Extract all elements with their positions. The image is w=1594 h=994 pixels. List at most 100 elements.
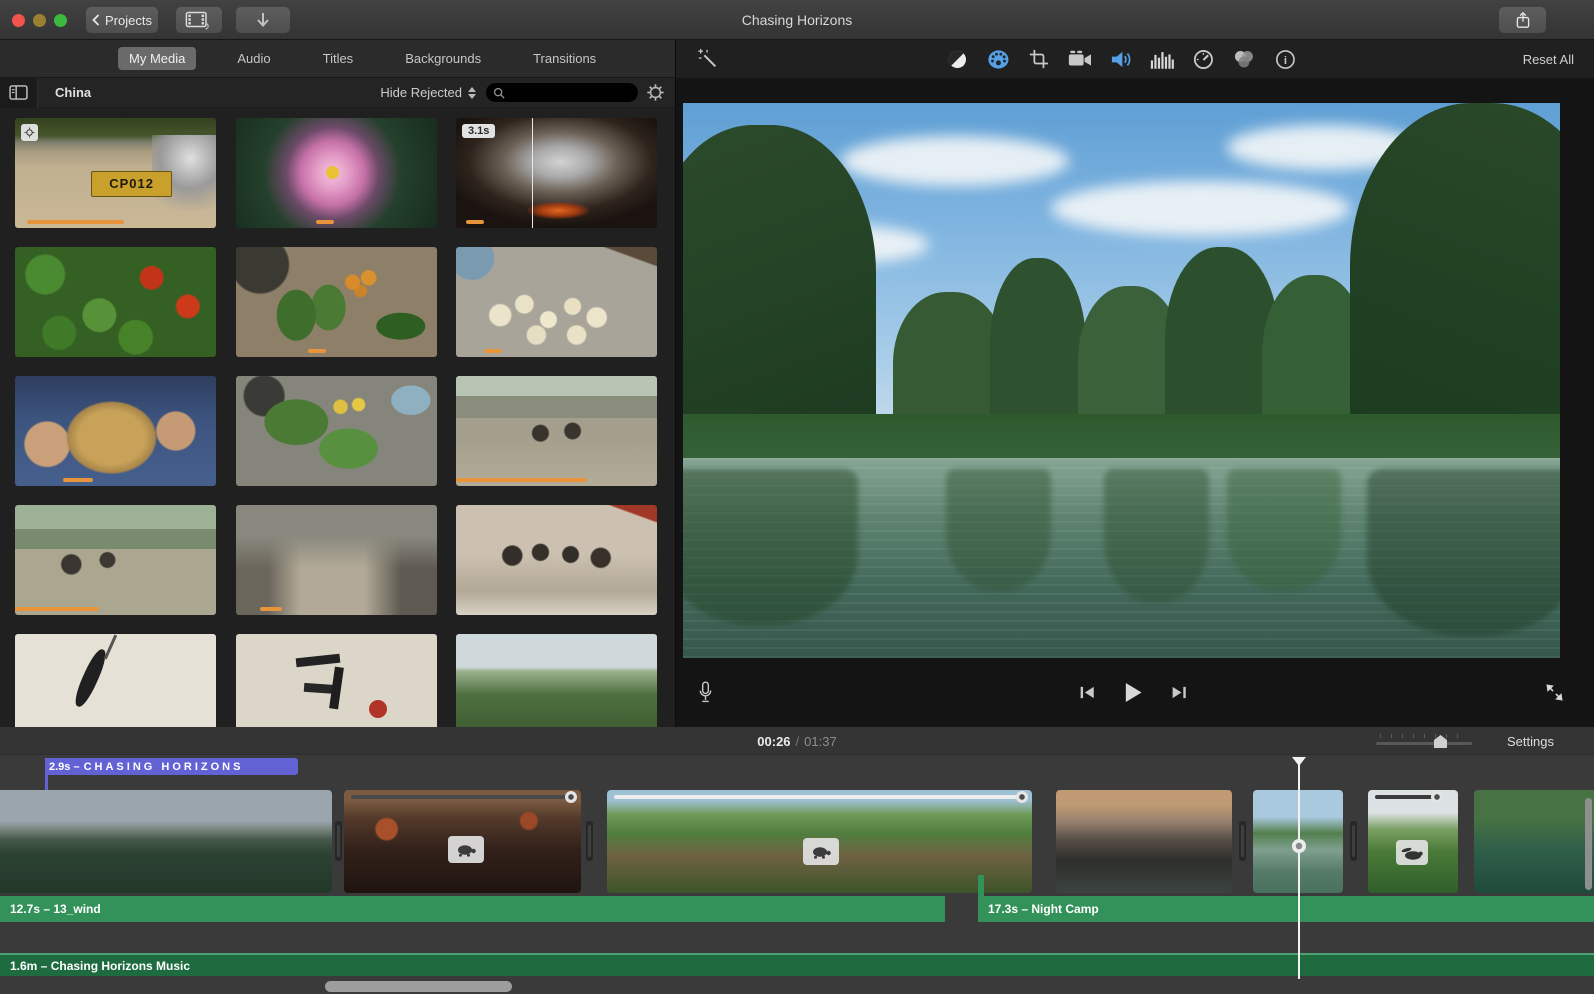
timeline-clip-mountains[interactable] [0,790,332,893]
viewer-controls [676,658,1594,727]
media-thumbnail-pale-fruit[interactable] [456,247,657,357]
media-thumbnail-market-vegetables[interactable] [236,247,437,357]
media-thumbnail-street-riders[interactable] [456,376,657,486]
timeline-clip-village[interactable] [607,790,1032,893]
hide-rejected-filter[interactable]: Hide Rejected [380,85,478,100]
slow-motion-badge[interactable] [803,838,839,865]
search-input[interactable] [509,85,629,100]
playhead-triangle [1292,757,1306,766]
timeline-clip-restaurant[interactable] [344,790,581,893]
enhance-button[interactable] [696,47,720,71]
window-title: Chasing Horizons [741,12,853,28]
total-time: 01:37 [804,733,837,749]
play-button[interactable] [1121,681,1145,705]
media-browser-panel: My Media Audio Titles Backgrounds Transi… [0,40,676,727]
timeline-zoom-slider[interactable] [1376,733,1472,749]
timeline-horizontal-scrollbar[interactable] [325,981,512,992]
speed-range-bar[interactable] [614,791,1028,803]
timeline: 00:26 / 01:37 Settings 2.9s – CHASING HO… [0,727,1594,994]
usage-bar [15,607,100,611]
viewer-stage [676,78,1594,658]
fullscreen-button[interactable] [1542,681,1566,705]
tab-audio[interactable]: Audio [226,47,281,70]
zoom-slider-track [1376,742,1472,745]
title-clip-duration: 2.9s – [49,760,80,773]
share-button[interactable] [1499,7,1546,33]
music-clip[interactable]: 1.6m – Chasing Horizons Music [0,953,1594,976]
tab-my-media[interactable]: My Media [118,47,197,70]
noise-reduction-button[interactable] [1150,47,1174,71]
preview-reflection [1103,469,1210,603]
slow-motion-badge[interactable] [448,836,484,863]
audio-clip-night-camp-label: 17.3s – Night Camp [988,902,1099,916]
media-thumbnail-motorcycle-plate[interactable]: CP012 [15,118,216,228]
speed-range-bar[interactable] [1375,791,1443,803]
speed-button[interactable] [1191,47,1215,71]
usage-bar [484,349,503,353]
crop-button[interactable] [1027,47,1051,71]
media-thumbnail-village-street[interactable] [15,505,216,615]
fast-motion-badge[interactable] [1396,840,1428,865]
timeline-vertical-scrollbar[interactable] [1585,798,1592,890]
color-balance-button[interactable] [945,47,969,71]
media-tabbar: My Media Audio Titles Backgrounds Transi… [0,40,675,78]
title-clip[interactable]: 2.9s – CHASING HORIZONS [45,758,298,775]
media-thumbnail-longan-fruit[interactable] [15,376,216,486]
timeline-clip-sunset[interactable] [1056,790,1232,893]
transition-handle[interactable] [586,821,593,861]
sidebar-toggle-button[interactable] [0,77,38,108]
volume-button[interactable] [1109,47,1133,71]
timeline-clip-terraces[interactable] [1368,790,1458,893]
usage-bar [308,349,327,353]
search-icon [493,87,505,99]
next-frame-button[interactable] [1167,681,1191,705]
filter-stepper-icon [466,86,478,100]
tab-transitions[interactable]: Transitions [522,47,607,70]
preview-peak [1349,103,1560,459]
video-preview[interactable] [683,103,1560,658]
speed-range-knob[interactable] [565,791,577,803]
title-clip-name: CHASING HORIZONS [83,760,244,773]
transition-handle[interactable] [1239,821,1246,861]
reset-all-button[interactable]: Reset All [1523,52,1574,67]
usage-bar [316,220,335,224]
speed-range-knob[interactable] [1016,791,1028,803]
media-thumbnail-lotus-flower[interactable] [236,118,437,228]
transition-handle[interactable] [335,821,342,861]
previous-frame-button[interactable] [1075,681,1099,705]
media-thumbnail-greens-flatlay[interactable] [236,376,437,486]
title-clip-connector [45,775,48,790]
speed-range-knob[interactable] [1431,791,1443,803]
media-thumbnail-calligraphy[interactable] [236,634,437,727]
tab-backgrounds[interactable]: Backgrounds [394,47,492,70]
stabilization-button[interactable] [1068,47,1092,71]
media-thumbnail-ink-brush[interactable] [15,634,216,727]
media-thumbnail-landscape[interactable] [456,634,657,727]
audio-clip-night-camp[interactable]: 17.3s – Night Camp [978,896,1594,922]
color-correction-button[interactable] [986,47,1010,71]
media-thumbnail-chili-peppers[interactable] [15,247,216,357]
playhead-handle[interactable] [1292,839,1306,853]
playhead[interactable] [1292,757,1306,979]
timeline-settings-button[interactable]: Settings [1507,727,1554,755]
search-field[interactable] [486,83,638,102]
share-icon [1516,11,1529,28]
transition-handle[interactable] [1350,821,1357,861]
playhead-line [1298,757,1300,979]
preview-reflection [946,469,1052,592]
audio-clip-wind[interactable]: 12.7s – 13_wind [0,896,945,922]
voiceover-button[interactable] [693,681,717,705]
media-thumbnail-cooking-pot[interactable]: 3.1s [456,118,657,228]
brush-handle-decor [104,634,118,660]
color-filters-button[interactable] [1232,47,1256,71]
usage-bar [27,220,124,224]
tab-titles[interactable]: Titles [312,47,365,70]
clip-filter-settings-button[interactable] [646,83,665,102]
timeline-clip-green-river[interactable] [1474,790,1594,893]
timeline-body: 2.9s – CHASING HORIZONS 12.7s – 13_wind … [0,755,1594,994]
speed-range-bar[interactable] [351,791,577,803]
rabbit-icon [1401,847,1423,860]
media-thumbnail-family-table[interactable] [456,505,657,615]
info-button[interactable]: i [1273,47,1297,71]
media-thumbnail-alley[interactable] [236,505,437,615]
